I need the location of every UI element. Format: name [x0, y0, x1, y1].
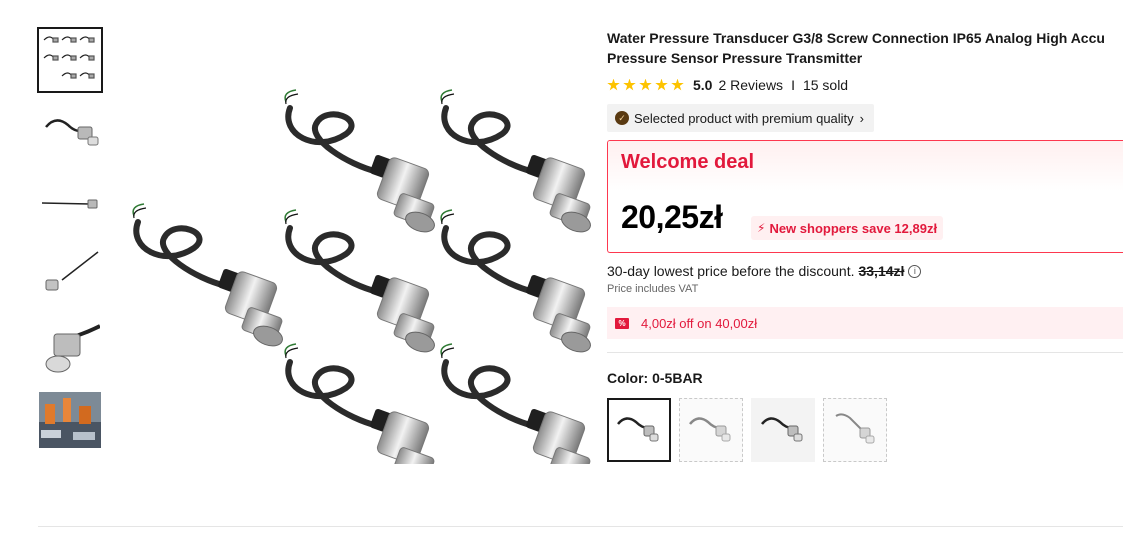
new-shopper-save-pill: ⚡ New shoppers save 12,89zł — [751, 216, 944, 240]
star-icon — [623, 78, 636, 91]
rating-row: 5.0 2 Reviews I 15 sold — [607, 74, 1123, 96]
deal-title: Welcome deal — [621, 151, 755, 173]
bolt-icon: ⚡ — [757, 221, 766, 235]
info-icon[interactable]: i — [908, 264, 922, 278]
star-rating — [607, 78, 684, 92]
product-title-line1: Water Pressure Transducer G3/8 Screw Con… — [607, 30, 1105, 46]
current-price: 20,25zł — [621, 199, 723, 235]
reviews-link[interactable]: 2 Reviews — [718, 77, 783, 93]
rating-score: 5.0 — [693, 77, 713, 93]
separator: I — [791, 77, 795, 93]
thumbnail-multi-pack[interactable] — [37, 27, 103, 93]
vat-note: Price includes VAT — [607, 283, 699, 295]
color-swatch-2[interactable] — [679, 398, 743, 462]
product-title: Water Pressure Transducer G3/8 Screw Con… — [607, 28, 1123, 68]
thumbnail-sensor-angled[interactable] — [38, 244, 102, 308]
color-swatch-3[interactable] — [751, 398, 815, 462]
bottom-divider — [38, 526, 1123, 527]
color-swatches — [607, 398, 1123, 462]
product-title-line2: Pressure Sensor Pressure Transmitter — [607, 50, 863, 66]
product-info-panel: Water Pressure Transducer G3/8 Screw Con… — [607, 28, 1123, 462]
welcome-deal-box: Welcome deal 20,25zł ⚡ New shoppers save… — [607, 140, 1123, 253]
color-label: Color: 0-5BAR — [607, 370, 703, 386]
lowest-price-row: 30-day lowest price before the discount.… — [607, 263, 1123, 279]
original-price: 33,14zł — [858, 263, 905, 279]
star-icon — [655, 78, 668, 91]
coupon-tag-icon: % — [615, 317, 629, 329]
color-swatch-0-5bar[interactable] — [607, 398, 671, 462]
thumbnail-single-sensor[interactable] — [38, 100, 102, 164]
star-icon — [639, 78, 652, 91]
premium-label: Selected product with premium quality — [634, 110, 854, 126]
thumbnail-sensor-closeup[interactable] — [38, 316, 102, 380]
chevron-right-icon: › — [859, 110, 865, 126]
lowest-price-text: 30-day lowest price before the discount. — [607, 263, 855, 279]
premium-badge-icon: ✓ — [615, 111, 629, 125]
star-icon — [671, 78, 684, 91]
thumbnail-list — [37, 27, 104, 460]
color-swatch-4[interactable] — [823, 398, 887, 462]
coupon-text: 4,00zł off on 40,00zł — [641, 315, 758, 331]
thumbnail-factory-scene[interactable] — [38, 388, 102, 452]
divider — [607, 352, 1123, 353]
thumbnail-sensor-with-cable[interactable] — [38, 172, 102, 236]
save-text: New shoppers save 12,89zł — [769, 220, 938, 236]
premium-quality-badge[interactable]: ✓ Selected product with premium quality … — [607, 104, 875, 132]
coupon-banner[interactable]: % 4,00zł off on 40,00zł — [607, 307, 1123, 339]
main-product-image[interactable] — [114, 64, 594, 464]
star-icon — [607, 78, 620, 91]
sold-count: 15 sold — [802, 77, 849, 93]
